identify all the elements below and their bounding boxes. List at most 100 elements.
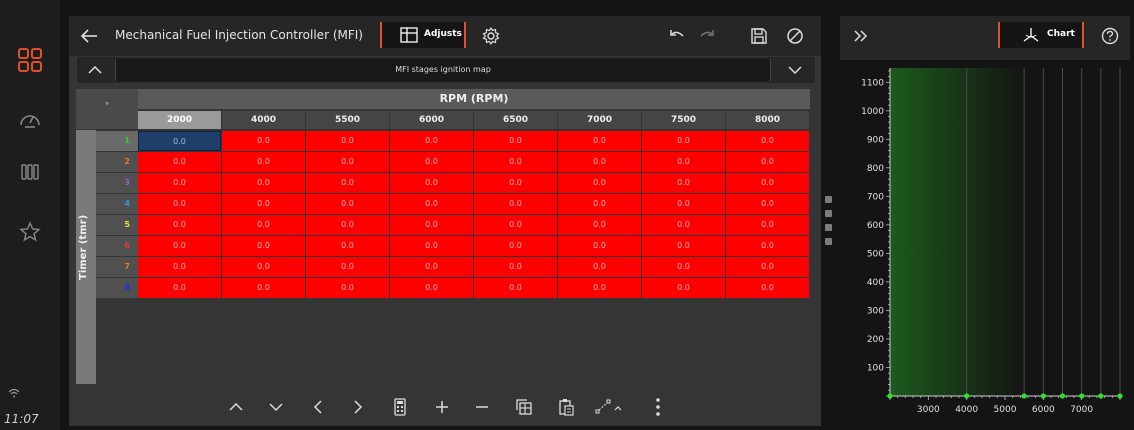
table-cell[interactable]: 0.0 <box>474 194 557 214</box>
table-cell[interactable]: 0.0 <box>138 194 221 214</box>
table-cell[interactable]: 0.0 <box>642 236 725 256</box>
table-cell[interactable]: 0.0 <box>222 215 305 235</box>
table-cell[interactable]: 0.0 <box>390 173 473 193</box>
column-header[interactable]: 5500 <box>306 111 389 129</box>
table-cell[interactable]: 0.0 <box>558 257 641 277</box>
save-icon[interactable] <box>749 26 769 46</box>
redo-icon[interactable] <box>697 26 717 46</box>
column-header[interactable]: 7500 <box>642 111 725 129</box>
table-cell[interactable]: 0.0 <box>726 152 809 172</box>
table-cell[interactable]: 0.0 <box>306 257 389 277</box>
table-cell[interactable]: 0.0 <box>306 194 389 214</box>
adjusts-tab-button[interactable]: Adjusts <box>380 22 466 48</box>
bars-icon[interactable] <box>18 160 42 184</box>
disable-icon[interactable] <box>785 26 805 46</box>
table-cell[interactable]: 0.0 <box>390 131 473 151</box>
table-cell[interactable]: 0.0 <box>222 194 305 214</box>
column-header[interactable]: 2000 <box>138 111 221 129</box>
map-selector[interactable]: MFI stages ignition map <box>115 59 771 81</box>
table-cell[interactable]: 0.0 <box>642 257 725 277</box>
table-cell[interactable]: 0.0 <box>138 215 221 235</box>
table-cell[interactable]: 0.0 <box>474 173 557 193</box>
page-indicator-dot[interactable] <box>825 196 832 203</box>
increase-icon[interactable] <box>431 396 453 418</box>
table-cell[interactable]: 0.0 <box>726 236 809 256</box>
row-header[interactable]: 2 <box>96 152 138 172</box>
table-cell[interactable]: 0.0 <box>138 131 221 151</box>
row-header[interactable]: 3 <box>96 173 138 193</box>
table-cell[interactable]: 0.0 <box>558 236 641 256</box>
column-header[interactable]: 8000 <box>726 111 809 129</box>
table-cell[interactable]: 0.0 <box>642 152 725 172</box>
table-cell[interactable]: 0.0 <box>390 215 473 235</box>
table-cell[interactable]: 0.0 <box>138 152 221 172</box>
column-header[interactable]: 6000 <box>390 111 473 129</box>
move-right-icon[interactable] <box>347 396 369 418</box>
table-cell[interactable]: 0.0 <box>390 257 473 277</box>
table-cell[interactable]: 0.0 <box>558 278 641 298</box>
table-cell[interactable]: 0.0 <box>222 257 305 277</box>
table-cell[interactable]: 0.0 <box>726 131 809 151</box>
chevron-up-icon[interactable] <box>80 61 110 79</box>
move-left-icon[interactable] <box>307 396 329 418</box>
settings-gear-icon[interactable] <box>481 26 501 46</box>
table-cell[interactable]: 0.0 <box>306 236 389 256</box>
table-cell[interactable]: 0.0 <box>726 278 809 298</box>
table-cell[interactable]: 0.0 <box>138 278 221 298</box>
row-header[interactable]: 1 <box>96 131 138 151</box>
table-cell[interactable]: 0.0 <box>558 215 641 235</box>
undo-icon[interactable] <box>667 26 687 46</box>
dashboard-grid-icon[interactable] <box>18 48 42 72</box>
gauge-icon[interactable] <box>18 108 42 132</box>
help-icon[interactable] <box>1100 26 1120 46</box>
table-cell[interactable]: 0.0 <box>138 236 221 256</box>
row-header[interactable]: 6 <box>96 236 138 256</box>
chart-toggle-button[interactable]: Chart <box>998 22 1084 48</box>
paste-icon[interactable] <box>555 396 577 418</box>
table-cell[interactable]: 0.0 <box>642 278 725 298</box>
move-up-icon[interactable] <box>225 396 247 418</box>
table-cell[interactable]: 0.0 <box>558 194 641 214</box>
double-chevron-right-icon[interactable] <box>852 28 870 44</box>
back-arrow-icon[interactable] <box>79 26 99 46</box>
row-header[interactable]: 8 <box>96 278 138 298</box>
table-cell[interactable]: 0.0 <box>558 173 641 193</box>
row-header[interactable]: 4 <box>96 194 138 214</box>
table-cell[interactable]: 0.0 <box>726 194 809 214</box>
table-cell[interactable]: 0.0 <box>138 257 221 277</box>
table-cell[interactable]: 0.0 <box>138 173 221 193</box>
table-cell[interactable]: 0.0 <box>474 257 557 277</box>
table-cell[interactable]: 0.0 <box>474 236 557 256</box>
table-cell[interactable]: 0.0 <box>222 278 305 298</box>
interpolate-icon[interactable] <box>593 396 627 418</box>
table-cell[interactable]: 0.0 <box>726 173 809 193</box>
chevron-down-icon[interactable] <box>780 61 810 79</box>
table-cell[interactable]: 0.0 <box>222 131 305 151</box>
table-cell[interactable]: 0.0 <box>726 215 809 235</box>
row-header[interactable]: 7 <box>96 257 138 277</box>
table-cell[interactable]: 0.0 <box>558 131 641 151</box>
table-cell[interactable]: 0.0 <box>474 215 557 235</box>
column-header[interactable]: 4000 <box>222 111 305 129</box>
table-cell[interactable]: 0.0 <box>390 152 473 172</box>
table-cell[interactable]: 0.0 <box>642 131 725 151</box>
column-header[interactable]: 7000 <box>558 111 641 129</box>
table-cell[interactable]: 0.0 <box>306 278 389 298</box>
page-indicator-dot[interactable] <box>825 238 832 245</box>
table-cell[interactable]: 0.0 <box>474 278 557 298</box>
move-down-icon[interactable] <box>265 396 287 418</box>
page-indicator-dot[interactable] <box>825 224 832 231</box>
table-cell[interactable]: 0.0 <box>558 152 641 172</box>
table-cell[interactable]: 0.0 <box>390 236 473 256</box>
table-cell[interactable]: 0.0 <box>306 131 389 151</box>
calculator-icon[interactable] <box>389 396 411 418</box>
star-icon[interactable] <box>18 220 42 244</box>
table-cell[interactable]: 0.0 <box>222 173 305 193</box>
column-header[interactable]: 6500 <box>474 111 557 129</box>
table-cell[interactable]: 0.0 <box>222 236 305 256</box>
more-options-icon[interactable] <box>647 396 669 418</box>
table-cell[interactable]: 0.0 <box>726 257 809 277</box>
table-cell[interactable]: 0.0 <box>642 194 725 214</box>
table-cell[interactable]: 0.0 <box>306 173 389 193</box>
table-cell[interactable]: 0.0 <box>222 152 305 172</box>
